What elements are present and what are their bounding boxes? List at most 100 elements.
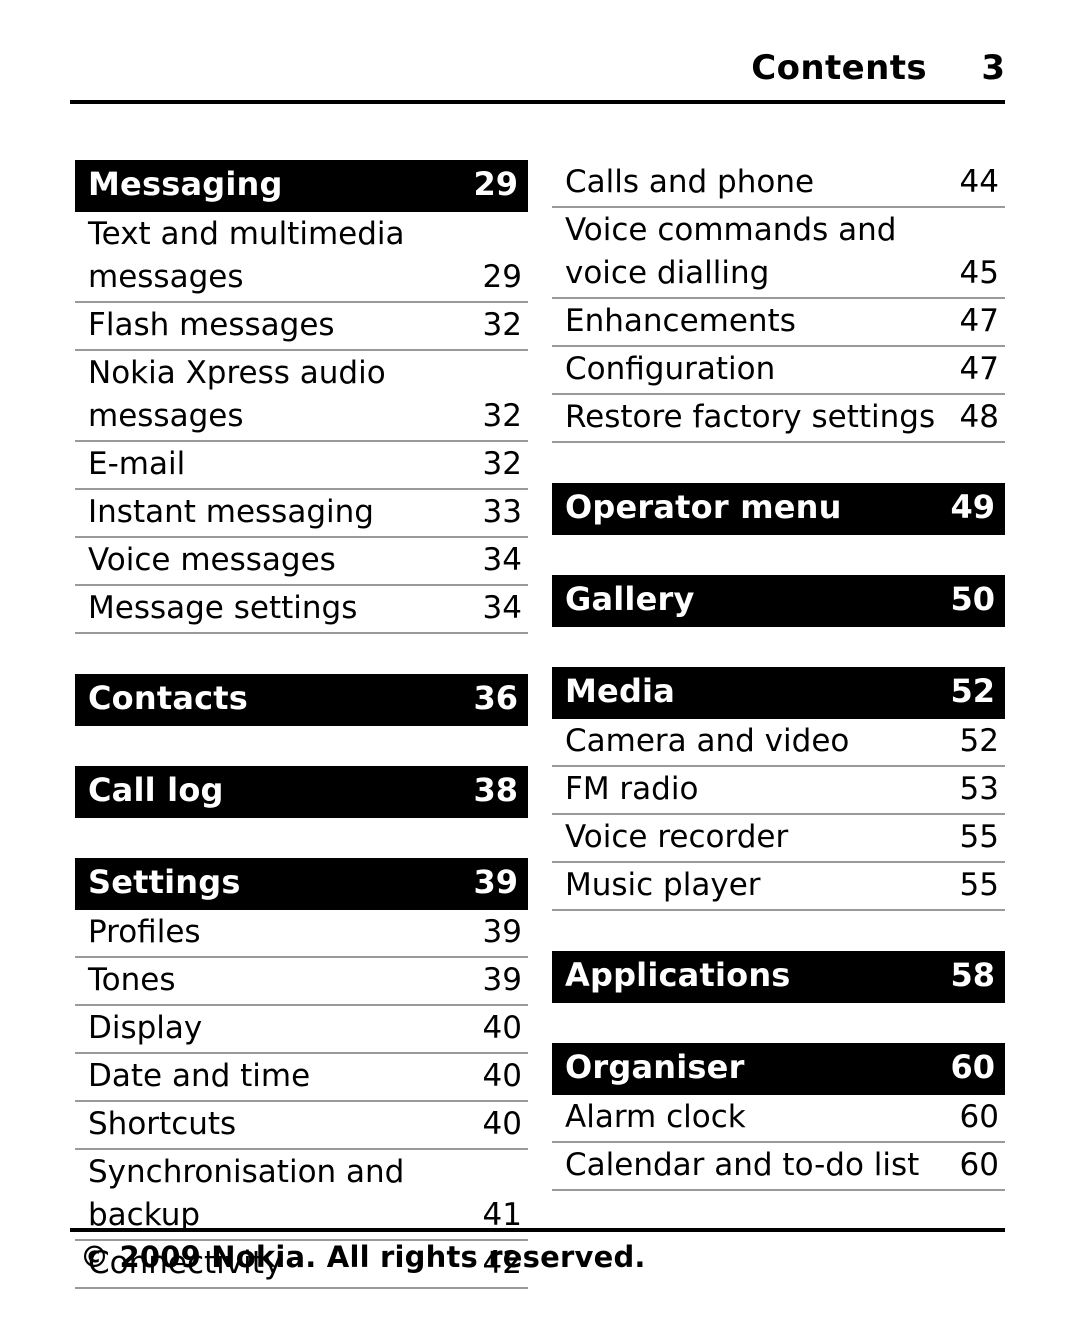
toc-section: Organiser 60 Alarm clock 60 Calendar and to-… bbox=[552, 1043, 1005, 1191]
toc-section: Settings 39 Profiles 39 Tones 39 Display 40 Date… bbox=[75, 858, 528, 1289]
toc-entry-label: Shortcuts bbox=[88, 1106, 237, 1142]
toc-entry-label: Voice messages bbox=[88, 542, 336, 578]
toc-entry[interactable]: Date and time 40 bbox=[75, 1054, 528, 1102]
toc-entry-page-number: 45 bbox=[959, 255, 999, 291]
toc-entry-label: Voice recorder bbox=[565, 819, 789, 855]
toc-chapter-page-number: 29 bbox=[473, 165, 518, 203]
toc-entry-page-number: 47 bbox=[959, 303, 999, 339]
toc-entry[interactable]: Configuration 47 bbox=[552, 347, 1005, 395]
toc-chapter-heading[interactable]: Operator menu 49 bbox=[552, 483, 1005, 535]
toc-section: Messaging 29 Text and multimedia messages 2… bbox=[75, 160, 528, 634]
toc-entry[interactable]: Profiles 39 bbox=[75, 910, 528, 958]
toc-chapter-label: Operator menu bbox=[565, 488, 842, 526]
toc-entry[interactable]: Voice recorder 55 bbox=[552, 815, 1005, 863]
right-column: Calls and phone 44 Voice commands and voic… bbox=[552, 160, 1005, 1289]
toc-entry[interactable]: Nokia Xpress audio messages 32 bbox=[75, 351, 528, 442]
toc-entry[interactable]: Voice messages 34 bbox=[75, 538, 528, 586]
toc-entry[interactable]: Restore factory settings 48 bbox=[552, 395, 1005, 443]
toc-entry-label: Instant messaging bbox=[88, 494, 374, 530]
toc-entry-page-number: 44 bbox=[959, 164, 999, 200]
toc-section: Call log 38 bbox=[75, 766, 528, 818]
toc-entry[interactable]: Flash messages 32 bbox=[75, 303, 528, 351]
toc-entry-page-number: 60 bbox=[959, 1099, 999, 1135]
toc-entry-page-number: 33 bbox=[482, 494, 522, 530]
toc-entry-page-number: 52 bbox=[959, 723, 999, 759]
toc-chapter-heading[interactable]: Call log 38 bbox=[75, 766, 528, 818]
toc-entry-label: Tones bbox=[88, 962, 176, 998]
toc-chapter-heading[interactable]: Media 52 bbox=[552, 667, 1005, 719]
toc-entry-page-number: 55 bbox=[959, 819, 999, 855]
toc-entry[interactable]: Message settings 34 bbox=[75, 586, 528, 634]
toc-entry-page-number: 32 bbox=[482, 307, 522, 343]
toc-chapter-label: Call log bbox=[88, 771, 224, 809]
toc-entry-page-number: 48 bbox=[959, 399, 999, 435]
toc-entry-page-number: 47 bbox=[959, 351, 999, 387]
toc-entry-label: Nokia Xpress audio messages bbox=[88, 355, 386, 434]
toc-chapter-page-number: 36 bbox=[473, 679, 518, 717]
toc-chapter-heading[interactable]: Messaging 29 bbox=[75, 160, 528, 212]
toc-entry-label: Restore factory settings bbox=[565, 399, 936, 435]
toc-entry-label: Date and time bbox=[88, 1058, 311, 1094]
toc-entry[interactable]: Enhancements 47 bbox=[552, 299, 1005, 347]
toc-chapter-label: Contacts bbox=[88, 679, 249, 717]
toc-entry[interactable]: Tones 39 bbox=[75, 958, 528, 1006]
toc-entry-page-number: 32 bbox=[482, 446, 522, 482]
toc-entry[interactable]: Voice commands and voice dialling 45 bbox=[552, 208, 1005, 299]
toc-chapter-heading[interactable]: Contacts 36 bbox=[75, 674, 528, 726]
toc-entry-page-number: 39 bbox=[482, 914, 522, 950]
toc-entry[interactable]: Shortcuts 40 bbox=[75, 1102, 528, 1150]
toc-chapter-label: Settings bbox=[88, 863, 241, 901]
toc-chapter-label: Media bbox=[565, 672, 676, 710]
toc-chapter-page-number: 52 bbox=[950, 672, 995, 710]
header-page-number: 3 bbox=[981, 48, 1005, 88]
toc-entry[interactable]: Calendar and to-do list 60 bbox=[552, 1143, 1005, 1191]
toc-chapter-page-number: 39 bbox=[473, 863, 518, 901]
toc-entry[interactable]: Instant messaging 33 bbox=[75, 490, 528, 538]
toc-entry[interactable]: Text and multimedia messages 29 bbox=[75, 212, 528, 303]
toc-entry-label: Alarm clock bbox=[565, 1099, 746, 1135]
toc-chapter-label: Gallery bbox=[565, 580, 695, 618]
toc-entry-label: Calls and phone bbox=[565, 164, 815, 200]
toc-entry-page-number: 55 bbox=[959, 867, 999, 903]
toc-chapter-label: Organiser bbox=[565, 1048, 745, 1086]
toc-section: Gallery 50 bbox=[552, 575, 1005, 627]
toc-chapter-page-number: 38 bbox=[473, 771, 518, 809]
toc-chapter-heading[interactable]: Organiser 60 bbox=[552, 1043, 1005, 1095]
running-header: Contents 3 bbox=[70, 48, 1005, 88]
toc-section: Applications 58 bbox=[552, 951, 1005, 1003]
page-title: Contents bbox=[751, 48, 927, 88]
toc-entry[interactable]: E-mail 32 bbox=[75, 442, 528, 490]
toc-entry-label: Configuration bbox=[565, 351, 776, 387]
toc-entry-label: Flash messages bbox=[88, 307, 335, 343]
toc-entry-label: Camera and video bbox=[565, 723, 850, 759]
toc-section: Operator menu 49 bbox=[552, 483, 1005, 535]
toc-chapter-heading[interactable]: Applications 58 bbox=[552, 951, 1005, 1003]
document-page: Contents 3 Messaging 29 Text and multimedi… bbox=[0, 0, 1080, 1336]
toc-entry[interactable]: Camera and video 52 bbox=[552, 719, 1005, 767]
toc-entry-page-number: 53 bbox=[959, 771, 999, 807]
toc-chapter-heading[interactable]: Gallery 50 bbox=[552, 575, 1005, 627]
toc-entry-page-number: 32 bbox=[482, 398, 522, 434]
toc-section: Contacts 36 bbox=[75, 674, 528, 726]
toc-chapter-page-number: 49 bbox=[950, 488, 995, 526]
toc-entry[interactable]: Calls and phone 44 bbox=[552, 160, 1005, 208]
toc-section: Media 52 Camera and video 52 FM radio 53 Voice… bbox=[552, 667, 1005, 911]
toc-chapter-label: Messaging bbox=[88, 165, 283, 203]
toc-entry-label: Display bbox=[88, 1010, 203, 1046]
toc-chapter-heading[interactable]: Settings 39 bbox=[75, 858, 528, 910]
toc-entry[interactable]: Display 40 bbox=[75, 1006, 528, 1054]
toc-entry-label: Voice commands and voice dialling bbox=[565, 212, 897, 291]
toc-entry[interactable]: Alarm clock 60 bbox=[552, 1095, 1005, 1143]
toc-entry-page-number: 34 bbox=[482, 542, 522, 578]
toc-entry[interactable]: FM radio 53 bbox=[552, 767, 1005, 815]
toc-entry-label: Music player bbox=[565, 867, 761, 903]
toc-entry[interactable]: Music player 55 bbox=[552, 863, 1005, 911]
toc-chapter-page-number: 50 bbox=[950, 580, 995, 618]
toc-chapter-label: Applications bbox=[565, 956, 791, 994]
toc-entry-page-number: 29 bbox=[482, 259, 522, 295]
toc-entry-page-number: 40 bbox=[482, 1106, 522, 1142]
toc-entry-label: Profiles bbox=[88, 914, 201, 950]
toc-entry-label: Text and multimedia messages bbox=[88, 216, 405, 295]
toc-entry-label: Synchronisation and backup bbox=[88, 1154, 405, 1233]
toc-chapter-page-number: 60 bbox=[950, 1048, 995, 1086]
